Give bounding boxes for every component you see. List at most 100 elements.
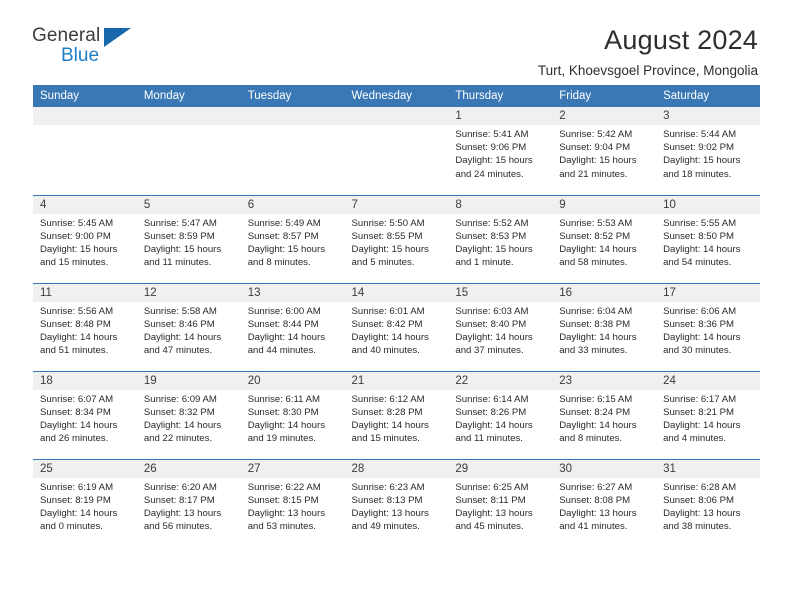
sunrise-text: Sunrise: 6:20 AM <box>143 481 217 493</box>
calendar-day-cell[interactable]: 20 Sunrise: 6:11 AM Sunset: 8:30 PM Dayligh… <box>240 370 345 459</box>
day-number <box>240 107 345 125</box>
daylight-text-line2: and 56 minutes. <box>143 521 213 533</box>
calendar-day-cell[interactable]: 8 Sunrise: 5:52 AM Sunset: 8:53 PM Daylight… <box>448 194 553 283</box>
daylight-text-line2: and 24 minutes. <box>455 168 524 180</box>
calendar-day-cell[interactable]: 15 Sunrise: 6:03 AM Sunset: 8:40 PM Dayligh… <box>448 282 553 371</box>
sunrise-text: Sunrise: 6:06 AM <box>663 305 737 317</box>
calendar-day-cell-empty <box>240 107 345 195</box>
daylight-text-line2: and 58 minutes. <box>559 257 628 269</box>
sunset-text: Sunset: 8:15 PM <box>247 494 319 506</box>
sunrise-text: Sunrise: 5:50 AM <box>351 217 425 229</box>
calendar-day-cell[interactable]: 27 Sunrise: 6:22 AM Sunset: 8:15 PM Dayligh… <box>240 458 345 547</box>
calendar-day-cell[interactable]: 5 Sunrise: 5:47 AM Sunset: 8:59 PM Daylight… <box>136 194 241 283</box>
sunset-text: Sunset: 8:44 PM <box>247 318 319 330</box>
sunrise-text: Sunrise: 6:15 AM <box>559 393 633 405</box>
calendar-day-cell[interactable]: 14 Sunrise: 6:01 AM Sunset: 8:42 PM Dayligh… <box>344 282 449 371</box>
daylight-text-line1: Daylight: 14 hours <box>663 243 741 255</box>
calendar-day-cell[interactable]: 19 Sunrise: 6:09 AM Sunset: 8:32 PM Dayligh… <box>136 370 241 459</box>
page-title: August 2024 <box>604 25 758 55</box>
daylight-text-line1: Daylight: 14 hours <box>455 331 533 343</box>
calendar-day-cell[interactable]: 29 Sunrise: 6:25 AM Sunset: 8:11 PM Dayligh… <box>448 458 553 547</box>
sunrise-text: Sunrise: 5:49 AM <box>247 217 321 229</box>
sunset-text: Sunset: 8:06 PM <box>663 494 734 506</box>
day-details: Sunrise: 5:50 AM Sunset: 8:55 PM Daylight:… <box>345 214 449 270</box>
calendar-day-cell[interactable]: 25 Sunrise: 6:19 AM Sunset: 8:19 PM Dayligh… <box>33 458 137 547</box>
sunset-text: Sunset: 9:00 PM <box>40 230 111 242</box>
weekday-header-thursday: Thursday <box>448 85 553 107</box>
day-details: Sunrise: 6:11 AM Sunset: 8:30 PM Daylight:… <box>241 390 345 446</box>
daylight-text-line2: and 51 minutes. <box>40 345 109 357</box>
day-number: 8 <box>448 195 553 214</box>
daylight-text-line2: and 47 minutes. <box>143 345 213 357</box>
sunrise-text: Sunrise: 6:01 AM <box>351 305 425 317</box>
daylight-text-line2: and 8 minutes. <box>559 433 623 445</box>
daylight-text-line1: Daylight: 15 hours <box>247 243 326 255</box>
day-number: 3 <box>656 107 760 125</box>
daylight-text-line1: Daylight: 15 hours <box>143 243 222 255</box>
calendar-day-cell[interactable]: 7 Sunrise: 5:50 AM Sunset: 8:55 PM Daylight… <box>344 194 449 283</box>
sunrise-text: Sunrise: 6:03 AM <box>455 305 529 317</box>
daylight-text-line1: Daylight: 15 hours <box>351 243 429 255</box>
calendar-day-cell[interactable]: 30 Sunrise: 6:27 AM Sunset: 8:08 PM Dayligh… <box>552 458 657 547</box>
daylight-text-line2: and 18 minutes. <box>663 168 732 180</box>
day-details: Sunrise: 6:17 AM Sunset: 8:21 PM Daylight:… <box>656 390 760 446</box>
sunrise-text: Sunrise: 5:58 AM <box>143 305 217 317</box>
day-details: Sunrise: 5:49 AM Sunset: 8:57 PM Daylight:… <box>241 214 345 270</box>
sunrise-text: Sunrise: 5:53 AM <box>559 217 633 229</box>
day-details: Sunrise: 6:15 AM Sunset: 8:24 PM Daylight:… <box>552 390 656 446</box>
title-block: August 2024 Turt, Khoevsgoel Province, M… <box>538 26 758 79</box>
day-number: 15 <box>448 283 553 302</box>
daylight-text-line2: and 53 minutes. <box>247 521 316 533</box>
sunrise-text: Sunrise: 5:47 AM <box>143 217 217 229</box>
day-number: 22 <box>448 371 553 390</box>
calendar-day-cell[interactable]: 21 Sunrise: 6:12 AM Sunset: 8:28 PM Dayligh… <box>344 370 449 459</box>
calendar-table: Sunday Monday Tuesday Wednesday Thursday Frid… <box>33 85 760 547</box>
calendar-day-cell[interactable]: 2 Sunrise: 5:42 AM Sunset: 9:04 PM Daylight… <box>552 107 657 195</box>
day-number: 25 <box>33 459 137 478</box>
daylight-text-line1: Daylight: 13 hours <box>559 507 637 519</box>
calendar-day-cell[interactable]: 18 Sunrise: 6:07 AM Sunset: 8:34 PM Dayligh… <box>33 370 137 459</box>
sunset-text: Sunset: 8:08 PM <box>559 494 631 506</box>
daylight-text-line2: and 38 minutes. <box>663 521 732 533</box>
calendar-day-cell[interactable]: 23 Sunrise: 6:15 AM Sunset: 8:24 PM Dayligh… <box>552 370 657 459</box>
calendar-page: General Blue August 2024 Turt, Khoevsgoe… <box>0 0 792 612</box>
day-details: Sunrise: 5:52 AM Sunset: 8:53 PM Daylight:… <box>448 214 552 270</box>
weekday-header-saturday: Saturday <box>656 85 760 107</box>
daylight-text-line1: Daylight: 13 hours <box>351 507 429 519</box>
calendar-day-cell[interactable]: 26 Sunrise: 6:20 AM Sunset: 8:17 PM Dayligh… <box>136 458 241 547</box>
daylight-text-line2: and 26 minutes. <box>40 433 109 445</box>
calendar-day-cell[interactable]: 6 Sunrise: 5:49 AM Sunset: 8:57 PM Daylight… <box>240 194 345 283</box>
daylight-text-line2: and 15 minutes. <box>351 433 420 445</box>
day-details: Sunrise: 6:20 AM Sunset: 8:17 PM Daylight:… <box>137 478 241 534</box>
daylight-text-line2: and 15 minutes. <box>40 257 109 269</box>
sunset-text: Sunset: 8:40 PM <box>455 318 527 330</box>
daylight-text-line1: Daylight: 14 hours <box>143 419 222 431</box>
calendar-day-cell[interactable]: 3 Sunrise: 5:44 AM Sunset: 9:02 PM Daylight… <box>656 107 760 195</box>
sunset-text: Sunset: 8:30 PM <box>247 406 319 418</box>
brand-logo[interactable]: General Blue <box>32 26 144 72</box>
calendar-day-cell[interactable]: 28 Sunrise: 6:23 AM Sunset: 8:13 PM Dayligh… <box>344 458 449 547</box>
calendar-day-cell[interactable]: 10 Sunrise: 5:55 AM Sunset: 8:50 PM Dayligh… <box>656 194 760 283</box>
calendar-day-cell[interactable]: 13 Sunrise: 6:00 AM Sunset: 8:44 PM Dayligh… <box>240 282 345 371</box>
calendar-day-cell[interactable]: 1 Sunrise: 5:41 AM Sunset: 9:06 PM Daylight… <box>448 107 553 195</box>
day-details: Sunrise: 6:00 AM Sunset: 8:44 PM Daylight:… <box>241 302 345 358</box>
calendar-day-cell[interactable]: 31 Sunrise: 6:28 AM Sunset: 8:06 PM Dayligh… <box>656 458 760 547</box>
calendar-day-cell[interactable]: 24 Sunrise: 6:17 AM Sunset: 8:21 PM Dayligh… <box>656 370 760 459</box>
calendar-day-cell[interactable]: 4 Sunrise: 5:45 AM Sunset: 9:00 PM Daylight… <box>33 194 137 283</box>
sunset-text: Sunset: 8:21 PM <box>663 406 734 418</box>
calendar-day-cell[interactable]: 17 Sunrise: 6:06 AM Sunset: 8:36 PM Dayligh… <box>656 282 760 371</box>
day-number: 26 <box>136 459 241 478</box>
day-number: 14 <box>344 283 449 302</box>
sunset-text: Sunset: 8:28 PM <box>351 406 423 418</box>
calendar-day-cell[interactable]: 11 Sunrise: 5:56 AM Sunset: 8:48 PM Dayligh… <box>33 282 137 371</box>
day-number: 19 <box>136 371 241 390</box>
weekday-header-sunday: Sunday <box>33 85 137 107</box>
calendar-day-cell[interactable]: 9 Sunrise: 5:53 AM Sunset: 8:52 PM Daylight… <box>552 194 657 283</box>
day-number <box>33 107 137 125</box>
calendar-day-cell[interactable]: 16 Sunrise: 6:04 AM Sunset: 8:38 PM Dayligh… <box>552 282 657 371</box>
triangle-icon <box>104 28 131 47</box>
calendar-day-cell[interactable]: 22 Sunrise: 6:14 AM Sunset: 8:26 PM Dayligh… <box>448 370 553 459</box>
calendar-day-cell[interactable]: 12 Sunrise: 5:58 AM Sunset: 8:46 PM Dayligh… <box>136 282 241 371</box>
daylight-text-line1: Daylight: 14 hours <box>40 507 118 519</box>
weekday-header-tuesday: Tuesday <box>240 85 345 107</box>
